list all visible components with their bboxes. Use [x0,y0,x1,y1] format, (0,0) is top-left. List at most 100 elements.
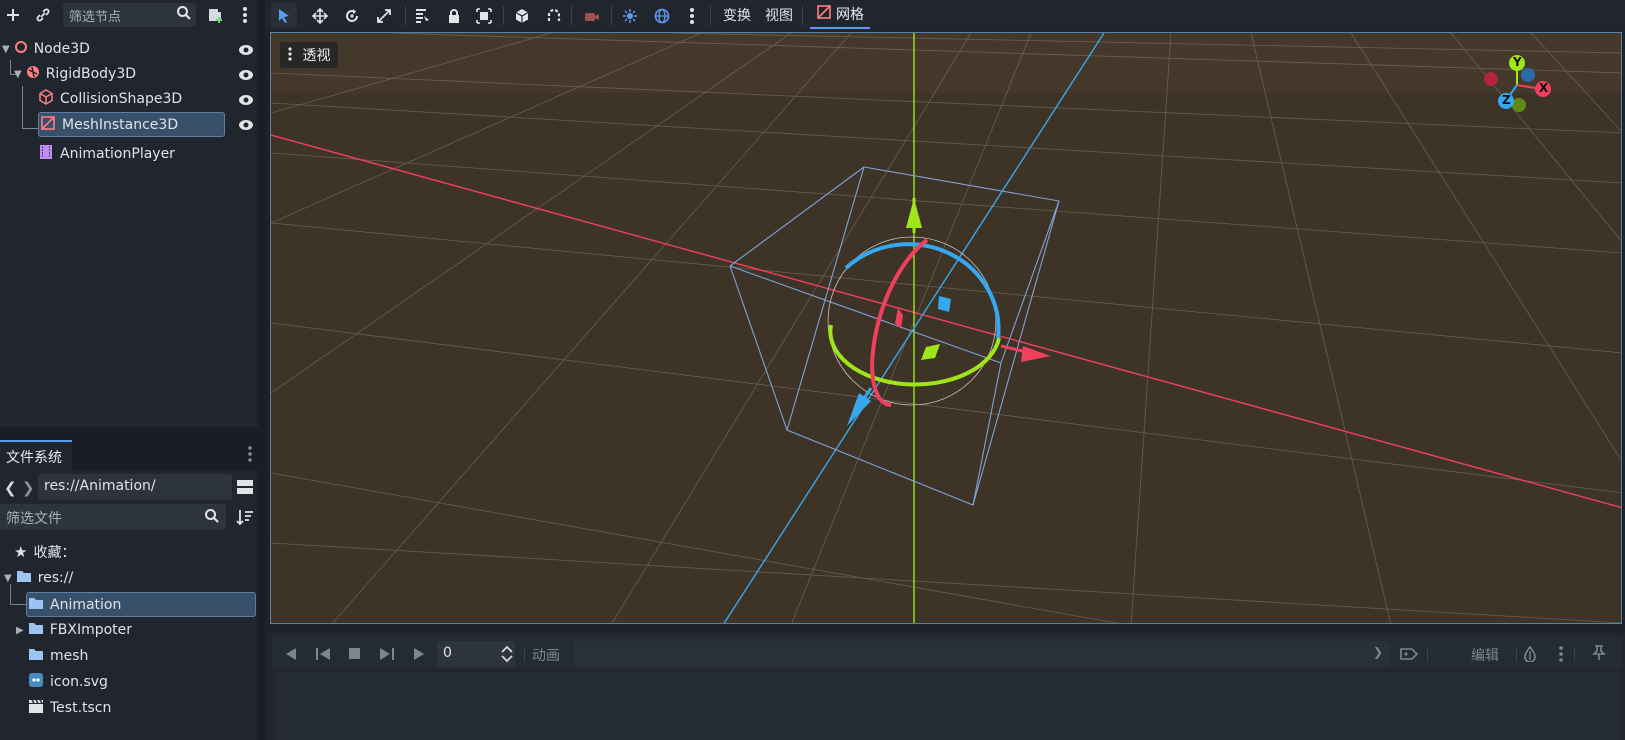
animation-options-kebab-icon[interactable] [1558,645,1564,667]
filesystem-menu-kebab-icon[interactable] [247,445,253,467]
tree-item-meshinstance3d[interactable]: MeshInstance3D [38,112,225,137]
tree-guide [10,604,26,605]
tree-item-collisionshape3d[interactable]: CollisionShape3D [38,87,182,111]
path-field[interactable]: res://Animation/ [38,474,232,500]
chevron-down-icon[interactable]: ▼ [14,69,22,80]
chevron-down-icon[interactable]: ▼ [4,573,12,584]
file-item-test-tscn[interactable]: Test.tscn [28,696,111,720]
orientation-gizmo[interactable]: Y X Z [1481,45,1561,115]
perspective-menu-button[interactable]: 透视 [280,42,339,68]
tree-guide [10,60,11,74]
file-filter-input[interactable]: 筛选文件 [0,504,226,530]
mesh-instance-icon [40,115,56,135]
folder-label: mesh [50,648,89,664]
gizmo-x-label: X [1539,81,1549,95]
toolbar-separator [405,6,406,25]
file-label: icon.svg [50,674,108,690]
toolbar-separator [1427,648,1428,662]
rotate-mode-icon[interactable] [339,3,365,28]
folder-icon [28,596,44,614]
visibility-eye-icon[interactable] [238,42,254,58]
toolbar-separator [571,6,572,25]
toolbar-separator [1516,648,1517,662]
pin-icon[interactable] [1592,645,1606,665]
transform-menu[interactable]: 变换 [723,5,751,25]
kebab-icon [288,47,292,65]
star-icon: ★ [14,543,28,561]
tree-item-node3d[interactable]: ▼ Node3D [2,37,90,61]
tree-item-rigidbody3d[interactable]: ▼ RigidBody3D [14,62,136,86]
search-icon [204,508,220,528]
folder-item-fbximpoter[interactable]: ▶ FBXImpoter [16,618,132,642]
viewport-options-kebab-icon[interactable] [679,3,705,28]
folder-item-animation[interactable]: Animation [26,592,256,617]
attach-script-icon[interactable] [202,2,228,28]
snap-magnet-icon[interactable] [541,3,567,28]
local-space-cube-icon[interactable] [509,3,535,28]
toolbar-separator [710,6,711,25]
view-menu[interactable]: 视图 [765,5,793,25]
folder-label: res:// [37,570,74,586]
chevron-down-icon: ❯ [1372,645,1383,659]
godot-svg-icon [28,672,44,692]
animation-track-area[interactable] [276,672,1620,740]
dock-splitter[interactable] [258,0,265,740]
list-select-icon[interactable] [409,3,435,28]
chevron-right-icon[interactable]: ▶ [16,625,24,636]
play-icon[interactable] [408,643,430,665]
tab-filesystem[interactable]: 文件系统 [0,440,72,470]
back-arrow-icon[interactable]: ❮ [4,479,17,497]
node-filter-input[interactable]: 筛选节点 [63,3,196,27]
group-icon[interactable] [471,3,497,28]
node3d-icon [14,40,28,58]
mesh-menu[interactable]: 网格 [810,1,870,29]
dock-hsplitter[interactable] [0,427,258,440]
lock-icon[interactable] [441,3,467,28]
gizmo-y-label: Y [1513,55,1522,69]
split-view-icon[interactable] [236,478,254,500]
viewport-scene [271,33,1621,623]
stop-icon[interactable] [344,643,366,665]
scene-menu-kebab-icon[interactable] [232,2,258,28]
collision-shape-icon [38,89,54,109]
3d-viewport[interactable]: Y X Z [270,32,1622,624]
environment-globe-icon[interactable] [649,3,675,28]
perspective-label: 透视 [302,48,331,64]
animation-select[interactable]: ❯ [574,641,1391,667]
select-mode-cursor-icon[interactable] [271,3,297,28]
frame-value: 0 [443,645,452,661]
instance-scene-link-icon[interactable] [30,2,56,28]
forward-arrow-icon[interactable]: ❯ [22,479,35,497]
tree-guide [22,86,23,128]
tree-item-animationplayer[interactable]: AnimationPlayer [38,142,175,166]
favorites-item[interactable]: ★ 收藏： [14,540,75,564]
play-backwards-icon[interactable] [280,643,302,665]
visibility-eye-icon[interactable] [238,67,254,83]
edit-menu[interactable]: 编辑 [1471,645,1499,665]
folder-label: FBXImpoter [49,622,133,638]
folder-item-res[interactable]: ▼ res:// [4,566,73,590]
sun-preview-icon[interactable] [617,3,643,28]
chevron-down-icon[interactable]: ▼ [2,44,10,55]
move-mode-icon[interactable] [307,3,333,28]
file-item-icon-svg[interactable]: icon.svg [28,670,108,694]
toolbar-separator [802,6,803,25]
visibility-eye-icon[interactable] [238,117,254,133]
tree-item-label: CollisionShape3D [60,91,183,107]
autoplay-tag-icon[interactable] [1400,646,1419,666]
visibility-eye-icon[interactable] [238,92,254,108]
add-node-icon[interactable] [0,2,26,28]
animation-player-icon [38,144,54,164]
play-backwards-from-end-icon[interactable] [312,643,334,665]
search-icon [176,5,192,25]
tree-item-label: RigidBody3D [45,66,137,82]
preview-camera-icon[interactable] [579,3,605,28]
scene-clapper-icon [28,698,44,718]
onion-skinning-icon[interactable] [1522,645,1538,666]
folder-item-mesh[interactable]: mesh [28,644,88,668]
node-filter-placeholder: 筛选节点 [69,10,122,25]
spinbox-updown-icon[interactable] [501,645,513,667]
scale-mode-icon[interactable] [371,3,397,28]
play-from-start-icon[interactable] [376,643,398,665]
sort-icon[interactable] [236,508,254,530]
